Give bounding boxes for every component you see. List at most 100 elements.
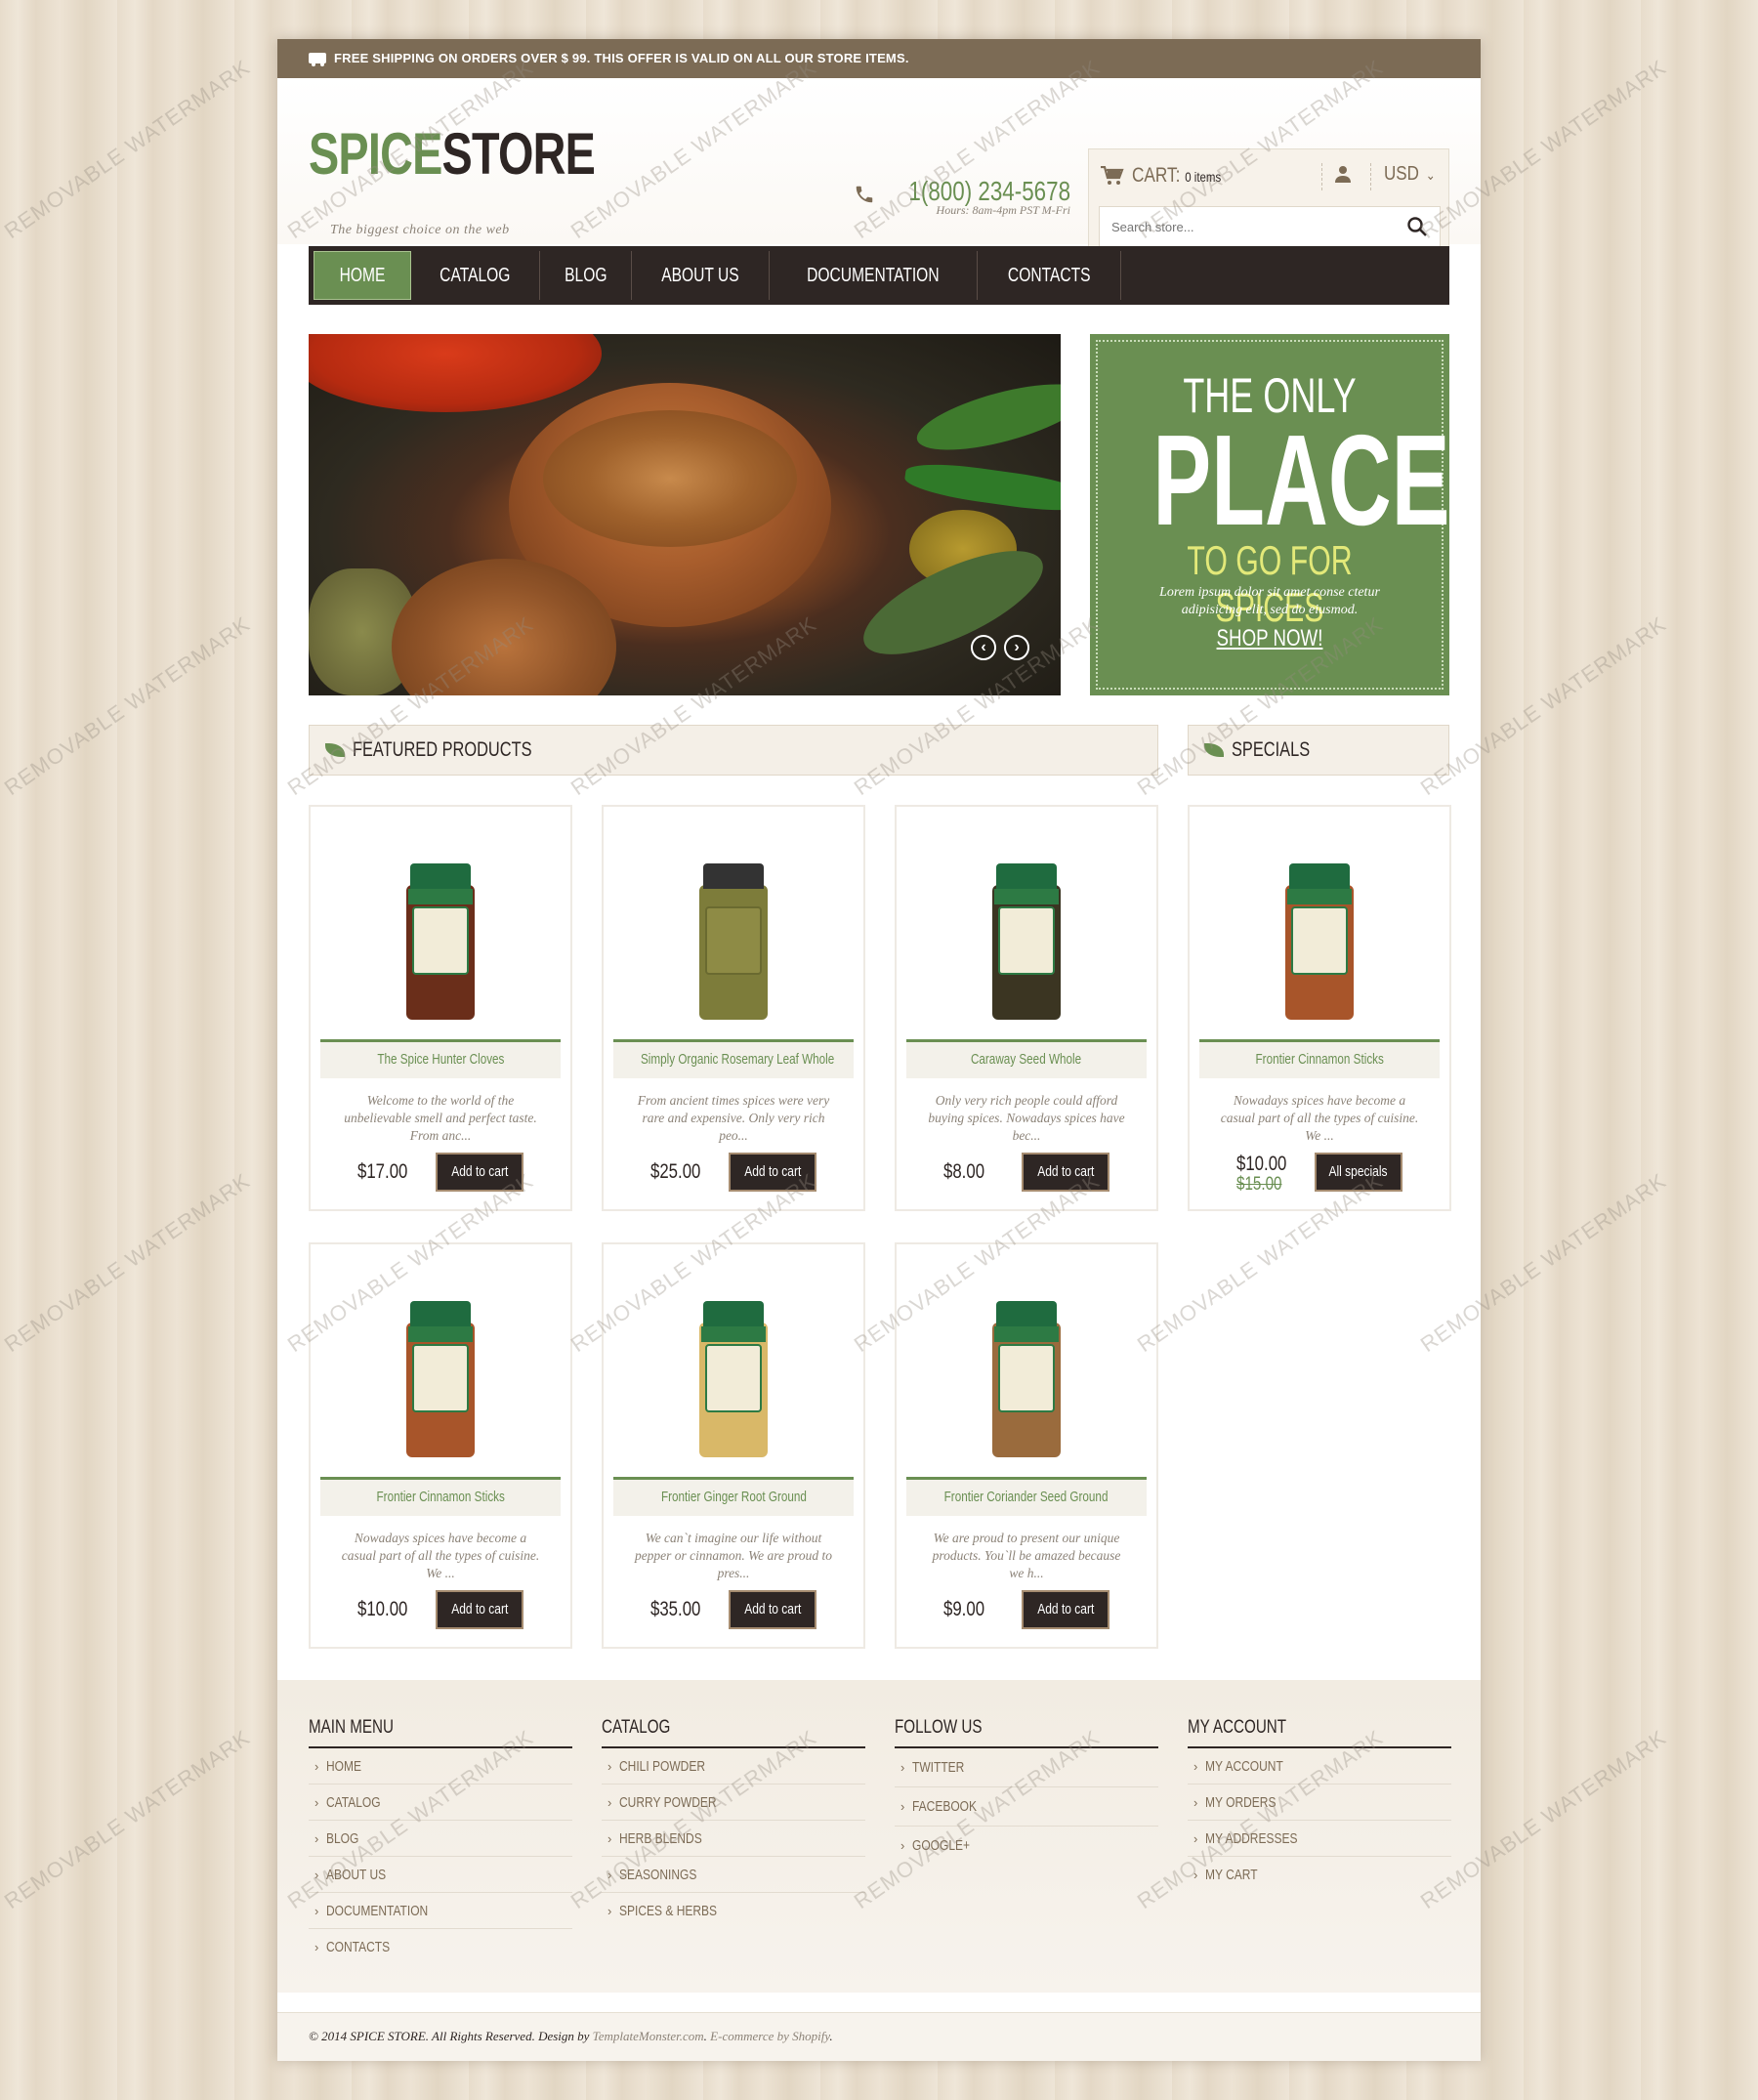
footer-link-spices-herbs[interactable]: › SPICES & HERBS [602, 1893, 865, 1929]
product-card[interactable]: Frontier Coriander Seed Ground We are pr… [895, 1242, 1158, 1649]
nav-item-catalog[interactable]: CATALOG [411, 251, 540, 300]
old-price: $15.00 [1236, 1174, 1282, 1195]
currency-select[interactable]: USD ⌄ [1384, 163, 1436, 186]
shopify-link[interactable]: E-commerce by Shopify [710, 2029, 829, 2043]
nav-item-documentation[interactable]: DOCUMENTATION [770, 251, 978, 300]
product-image[interactable] [311, 1262, 570, 1457]
watermark: REMOVABLE WATERMARK [0, 1725, 255, 1914]
product-card[interactable]: Caraway Seed Whole Only very rich people… [895, 805, 1158, 1211]
chevron-right-icon: › [314, 1759, 319, 1774]
product-name[interactable]: The Spice Hunter Cloves [320, 1039, 561, 1078]
footer-link-my-orders[interactable]: › MY ORDERS [1188, 1785, 1451, 1821]
product-name[interactable]: Frontier Ginger Root Ground [613, 1477, 854, 1516]
footer-link-facebook[interactable]: › FACEBOOK [895, 1787, 1158, 1827]
product-image[interactable] [311, 824, 570, 1020]
footer-link-herb-blends[interactable]: › HERB BLENDS [602, 1821, 865, 1857]
product-card[interactable]: Frontier Cinnamon Sticks Nowadays spices… [309, 1242, 572, 1649]
nav-item-contacts[interactable]: CONTACTS [978, 251, 1122, 300]
jar-cap [1289, 863, 1350, 889]
search-icon[interactable] [1406, 216, 1428, 237]
footer-link-twitter[interactable]: › TWITTER [895, 1748, 1158, 1787]
special-product-card[interactable]: Frontier Cinnamon Sticks Nowadays spices… [1188, 805, 1451, 1211]
slider-prev-icon[interactable]: ‹ [971, 635, 996, 660]
nav-item-about-us[interactable]: ABOUT US [632, 251, 771, 300]
hero-image [543, 410, 797, 547]
slider-next-icon[interactable]: › [1004, 635, 1029, 660]
copyright-text: © 2014 SPICE STORE. All Rights Reserved.… [309, 2029, 593, 2043]
add-to-cart-button[interactable]: Add to cart [1022, 1590, 1109, 1629]
cart-button[interactable]: CART: 0 items [1101, 161, 1240, 190]
templatemonster-link[interactable]: TemplateMonster.com [593, 2029, 704, 2043]
footer-link-about-us[interactable]: › ABOUT US [309, 1857, 572, 1893]
footer-heading: MY ACCOUNT [1188, 1717, 1451, 1748]
chevron-right-icon: › [314, 1795, 319, 1810]
specials-header: SPECIALS [1188, 725, 1449, 776]
jar-band [1287, 889, 1352, 904]
product-image[interactable] [897, 824, 1156, 1020]
product-card[interactable]: The Spice Hunter Cloves Welcome to the w… [309, 805, 572, 1211]
chevron-right-icon: › [607, 1795, 612, 1810]
link-text: SEASONINGS [619, 1867, 697, 1883]
nav-label: CONTACTS [1007, 265, 1091, 286]
footer-link-home[interactable]: › HOME [309, 1748, 572, 1785]
product-name[interactable]: Frontier Cinnamon Sticks [320, 1477, 561, 1516]
link-text: SPICES & HERBS [619, 1903, 718, 1919]
truck-icon [309, 53, 326, 66]
footer-link-my-account[interactable]: › MY ACCOUNT [1188, 1748, 1451, 1785]
product-card[interactable]: Frontier Ginger Root Ground We can`t ima… [602, 1242, 865, 1649]
leaf-icon [1204, 743, 1224, 757]
product-image[interactable] [897, 1262, 1156, 1457]
phone-number[interactable]: 1(800) 234-5678 [908, 176, 1070, 207]
add-to-cart-button[interactable]: Add to cart [436, 1153, 523, 1192]
shop-now-link[interactable]: SHOP NOW! [1136, 625, 1404, 652]
jar-band [701, 1326, 766, 1342]
add-to-cart-button[interactable]: Add to cart [1022, 1153, 1109, 1192]
search-input[interactable] [1100, 207, 1393, 246]
product-image[interactable] [1190, 824, 1449, 1020]
product-image[interactable] [604, 1262, 863, 1457]
product-name[interactable]: Frontier Cinnamon Sticks [1199, 1039, 1440, 1078]
heading-text: CATALOG [602, 1717, 671, 1738]
divider [1370, 163, 1371, 190]
footer-link-blog[interactable]: › BLOG [309, 1821, 572, 1857]
product-image[interactable] [604, 824, 863, 1020]
logo[interactable]: SPICESTORE [309, 125, 596, 184]
jar-band [408, 1326, 473, 1342]
account-button[interactable] [1335, 165, 1351, 189]
footer-link-my-addresses[interactable]: › MY ADDRESSES [1188, 1821, 1451, 1857]
header: SPICESTORE The biggest choice on the web… [277, 78, 1481, 258]
product-card[interactable]: Simply Organic Rosemary Leaf Whole From … [602, 805, 865, 1211]
watermark: REMOVABLE WATERMARK [0, 611, 255, 801]
footer-link-contacts[interactable]: › CONTACTS [309, 1929, 572, 1965]
add-to-cart-button[interactable]: Add to cart [436, 1590, 523, 1629]
nav-item-home[interactable]: HOME [314, 251, 411, 300]
footer-catalog: CATALOG › CHILI POWDER › CURRY POWDER › HER… [602, 1717, 865, 1929]
link-text: GOOGLE+ [912, 1837, 971, 1854]
footer-link-curry-powder[interactable]: › CURRY POWDER [602, 1785, 865, 1821]
footer-link-documentation[interactable]: › DOCUMENTATION [309, 1893, 572, 1929]
add-to-cart-button[interactable]: Add to cart [729, 1590, 816, 1629]
footer-link-chili-powder[interactable]: › CHILI POWDER [602, 1748, 865, 1785]
footer-link-catalog[interactable]: › CATALOG [309, 1785, 572, 1821]
product-name-text: Frontier Coriander Seed Ground [944, 1489, 1109, 1505]
link-text: CONTACTS [326, 1939, 391, 1955]
chevron-right-icon: › [607, 1759, 612, 1774]
product-name[interactable]: Caraway Seed Whole [906, 1039, 1147, 1078]
footer-link-my-cart[interactable]: › MY CART [1188, 1857, 1451, 1893]
footer-link-google-plus[interactable]: › GOOGLE+ [895, 1827, 1158, 1866]
nav-item-blog[interactable]: BLOG [540, 251, 633, 300]
cart-label: CART: [1132, 164, 1181, 187]
product-name[interactable]: Frontier Coriander Seed Ground [906, 1477, 1147, 1516]
product-price: $8.00 [943, 1160, 985, 1183]
product-name[interactable]: Simply Organic Rosemary Leaf Whole [613, 1039, 854, 1078]
footer-link-seasonings[interactable]: › SEASONINGS [602, 1857, 865, 1893]
add-to-cart-button[interactable]: Add to cart [729, 1153, 816, 1192]
hero-slider[interactable]: ‹ › [309, 334, 1061, 695]
product-price: $9.00 [943, 1598, 985, 1620]
all-specials-button[interactable]: All specials [1315, 1153, 1402, 1192]
promo-banner[interactable]: THE ONLY PLACE TO GO FOR SPICES Lorem ip… [1090, 334, 1450, 695]
link-text: DOCUMENTATION [326, 1903, 429, 1919]
button-label: Add to cart [743, 1163, 802, 1180]
chevron-right-icon: › [900, 1760, 905, 1775]
product-name-text: Frontier Ginger Root Ground [660, 1489, 807, 1505]
